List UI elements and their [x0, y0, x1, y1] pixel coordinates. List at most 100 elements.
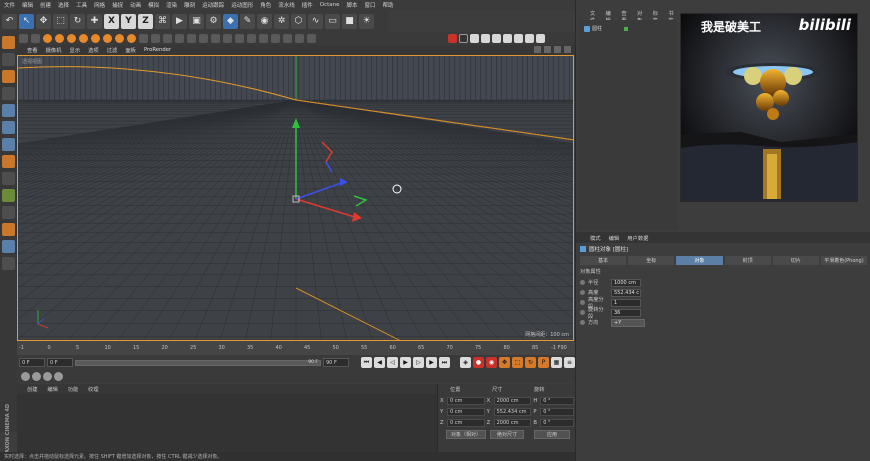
size-x-field[interactable]: 2000 cm: [493, 396, 532, 405]
octane-tool-23-icon[interactable]: [307, 34, 316, 43]
animate-dot-icon[interactable]: [580, 310, 585, 315]
octane-tool-18-icon[interactable]: [247, 34, 256, 43]
vp-menu-cameras[interactable]: 摄像机: [46, 46, 62, 54]
octane-tool-1-icon[interactable]: [43, 34, 52, 43]
animate-dot-icon[interactable]: [580, 290, 585, 295]
tab-slice[interactable]: 切片: [772, 256, 819, 265]
mat-menu-edit[interactable]: 编辑: [47, 386, 57, 393]
menu-item[interactable]: 网格: [94, 1, 105, 9]
snap-icon[interactable]: [2, 189, 15, 202]
menu-item[interactable]: 脚本: [347, 1, 358, 9]
goto-end-button[interactable]: ⏭: [439, 357, 450, 368]
position-y-field[interactable]: 0 cm: [446, 407, 485, 416]
x-axis-lock-button[interactable]: X: [104, 13, 119, 29]
menu-item[interactable]: 运动图形: [231, 1, 253, 9]
scale-icon[interactable]: ⬚: [53, 13, 68, 29]
vp-menu-filter[interactable]: 过滤: [107, 46, 118, 54]
attr-menu-edit[interactable]: 编辑: [609, 234, 620, 242]
end-frame-field[interactable]: 90 F: [323, 358, 349, 367]
menu-item[interactable]: 选择: [58, 1, 69, 9]
visibility-check-icon[interactable]: [624, 26, 629, 31]
octane-tool-19-icon[interactable]: [259, 34, 268, 43]
render-view-icon[interactable]: ▶: [172, 13, 187, 29]
light-icon[interactable]: ☀: [359, 13, 374, 29]
goto-start-button[interactable]: ⏮: [361, 357, 372, 368]
menu-item[interactable]: 工具: [76, 1, 87, 9]
animate-dot-icon[interactable]: [580, 300, 585, 305]
floor-icon[interactable]: ▭: [325, 13, 340, 29]
contrast-icon[interactable]: [481, 34, 490, 43]
perspective-viewport[interactable]: 透视视图 网格间距：100 cm: [17, 55, 574, 341]
motion-record-icon[interactable]: ◈: [460, 357, 471, 368]
octane-tool-4-icon[interactable]: [79, 34, 88, 43]
polygons-mode-icon[interactable]: [2, 138, 15, 151]
menu-item[interactable]: 创建: [40, 1, 51, 9]
om-menu-view[interactable]: 查看: [621, 10, 631, 24]
render-settings-icon[interactable]: ⚙: [206, 13, 221, 29]
size-z-field[interactable]: 2000 cm: [493, 418, 532, 427]
tweak-mode-icon[interactable]: [2, 172, 15, 185]
vp-menu-options[interactable]: 选项: [88, 46, 99, 54]
points-mode-icon[interactable]: [2, 104, 15, 117]
spline-icon[interactable]: ∿: [308, 13, 323, 29]
rotation-p-field[interactable]: 0 °: [540, 407, 574, 416]
z-axis-lock-button[interactable]: Z: [138, 13, 153, 29]
play-button[interactable]: ▶: [400, 357, 411, 368]
attr-menu-mode[interactable]: 模式: [590, 234, 601, 242]
key-pla-icon[interactable]: ▦: [551, 357, 562, 368]
animate-dot-icon[interactable]: [580, 320, 585, 325]
octane-tool-21-icon[interactable]: [283, 34, 292, 43]
position-z-field[interactable]: 0 cm: [446, 418, 485, 427]
pen-icon[interactable]: ✎: [240, 13, 255, 29]
mat-menu-function[interactable]: 功能: [68, 386, 78, 393]
om-menu-bookmarks[interactable]: 书签: [668, 10, 678, 24]
frame-range-slider[interactable]: 90 F: [75, 359, 321, 366]
octane-tool-2-icon[interactable]: [55, 34, 64, 43]
make-editable-icon[interactable]: [2, 36, 15, 49]
menu-item[interactable]: 窗口: [365, 1, 376, 9]
next-frame-button[interactable]: ▷: [413, 357, 424, 368]
pan-icon[interactable]: [534, 46, 541, 53]
deformer-icon[interactable]: ⬡: [291, 13, 306, 29]
material-icon-2[interactable]: [32, 372, 41, 381]
key-scale-icon[interactable]: ⬚: [512, 357, 523, 368]
auto-key-button[interactable]: ◉: [486, 357, 497, 368]
maximize-icon[interactable]: [564, 46, 571, 53]
camera-icon[interactable]: ■: [342, 13, 357, 29]
axis-mode-icon[interactable]: [2, 155, 15, 168]
gear-icon[interactable]: [536, 34, 545, 43]
live-select-icon[interactable]: ↖: [19, 13, 34, 29]
apply-button[interactable]: 应用: [534, 430, 570, 439]
octane-settings-icon[interactable]: [31, 34, 40, 43]
om-menu-tags[interactable]: 标签: [653, 10, 663, 24]
vp-menu-view[interactable]: 查看: [27, 46, 38, 54]
octane-tool-15-icon[interactable]: [211, 34, 220, 43]
solo-icon[interactable]: [2, 240, 15, 253]
menu-item[interactable]: Octane: [320, 2, 340, 8]
display-icon[interactable]: [492, 34, 501, 43]
material-icon-1[interactable]: [21, 372, 30, 381]
timeline-end-field[interactable]: -1 F: [551, 345, 560, 351]
tab-object[interactable]: 对象: [676, 256, 723, 265]
model-mode-icon[interactable]: [2, 53, 15, 66]
workplane-icon[interactable]: [2, 87, 15, 100]
next-key-button[interactable]: ▶: [426, 357, 437, 368]
lock-icon[interactable]: [525, 34, 534, 43]
octane-tool-14-icon[interactable]: [199, 34, 208, 43]
menu-item[interactable]: 雕刻: [184, 1, 195, 9]
paint-icon[interactable]: [2, 223, 15, 236]
cube-icon[interactable]: ◆: [223, 13, 238, 29]
menu-item[interactable]: 渲染: [166, 1, 177, 9]
menu-item[interactable]: 帮助: [383, 1, 394, 9]
octane-tool-17-icon[interactable]: [235, 34, 244, 43]
octane-tool-8-icon[interactable]: [127, 34, 136, 43]
rotation-b-field[interactable]: 0 °: [540, 418, 574, 427]
animate-dot-icon[interactable]: [580, 280, 585, 285]
tab-coord[interactable]: 坐标: [628, 256, 675, 265]
octane-tool-9-icon[interactable]: [139, 34, 148, 43]
sun-icon[interactable]: [514, 34, 523, 43]
menu-item[interactable]: 动画: [130, 1, 141, 9]
start-frame-field[interactable]: 0 F: [19, 358, 45, 367]
undo-icon[interactable]: ↶: [2, 13, 17, 29]
tab-caps[interactable]: 封顶: [724, 256, 771, 265]
